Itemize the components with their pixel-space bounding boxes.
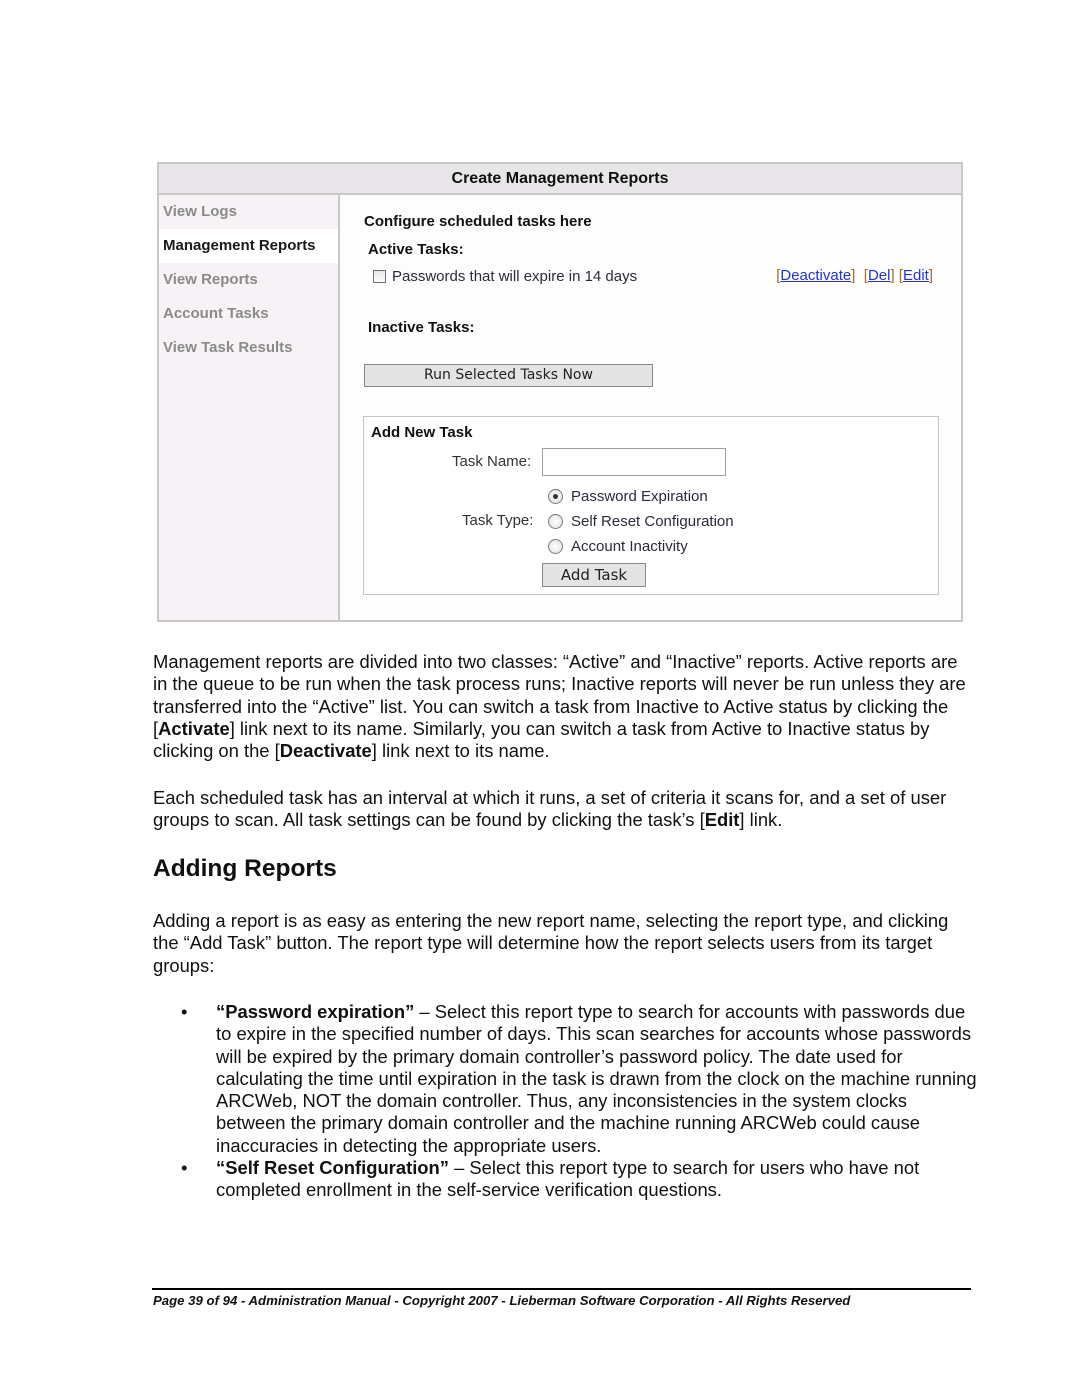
radio-label: Account Inactivity [571, 538, 688, 555]
sidebar-item-view-reports[interactable]: View Reports [159, 263, 338, 297]
task-links: [Deactivate] [Del] [Edit] [776, 267, 933, 284]
sidebar-item-management-reports[interactable]: Management Reports [159, 229, 338, 263]
run-selected-tasks-button[interactable]: Run Selected Tasks Now [364, 364, 653, 387]
task-name-label: Task Name: [452, 453, 532, 470]
active-task-row: Passwords that will expire in 14 days [D… [373, 267, 933, 288]
radio-unselected-icon[interactable] [548, 539, 563, 554]
report-type-list: • “Password expiration” – Select this re… [153, 1001, 978, 1202]
add-new-task-heading: Add New Task [371, 424, 473, 441]
deactivate-link[interactable]: Deactivate [780, 267, 851, 284]
task-name-input[interactable] [542, 448, 726, 476]
add-task-button[interactable]: Add Task [542, 563, 646, 587]
edit-link[interactable]: Edit [903, 267, 929, 284]
active-tasks-heading: Active Tasks: [368, 241, 464, 258]
radio-label: Password Expiration [571, 488, 708, 505]
bullet-icon: • [181, 1001, 188, 1022]
sidebar-item-view-logs[interactable]: View Logs [159, 195, 338, 229]
radio-unselected-icon[interactable] [548, 514, 563, 529]
bullet-icon: • [181, 1157, 188, 1179]
section-heading: Adding Reports [153, 855, 337, 882]
footer-divider [152, 1288, 971, 1290]
add-new-task-box: Add New Task Task Name: Task Type: Passw… [363, 416, 939, 595]
task-type-label: Task Type: [462, 512, 534, 529]
delete-link[interactable]: Del [868, 267, 891, 284]
sidebar-nav: View Logs Management Reports View Report… [159, 195, 340, 620]
sidebar-item-account-tasks[interactable]: Account Tasks [159, 297, 338, 331]
inactive-tasks-heading: Inactive Tasks: [368, 319, 475, 336]
sidebar-item-view-task-results[interactable]: View Task Results [159, 331, 338, 365]
list-item: • “Self Reset Configuration” – Select thi… [181, 1157, 920, 1201]
management-reports-panel: Create Management Reports View Logs Mana… [157, 162, 963, 622]
paragraph-active-inactive: Management reports are divided into two … [153, 651, 966, 762]
paragraph-scheduled-tasks: Each scheduled task has an interval at w… [153, 787, 947, 831]
page-footer: Page 39 of 94 - Administration Manual - … [153, 1293, 851, 1308]
list-item: • “Password expiration” – Select this re… [181, 1001, 977, 1156]
task-checkbox[interactable] [373, 270, 386, 283]
task-label: Passwords that will expire in 14 days [392, 268, 638, 285]
main-content: Configure scheduled tasks here Active Ta… [340, 195, 961, 620]
panel-title: Create Management Reports [159, 164, 961, 195]
configure-heading: Configure scheduled tasks here [364, 213, 592, 230]
radio-label: Self Reset Configuration [571, 513, 734, 530]
radio-selected-icon[interactable] [548, 489, 563, 504]
paragraph-adding-reports: Adding a report is as easy as entering t… [153, 910, 949, 976]
